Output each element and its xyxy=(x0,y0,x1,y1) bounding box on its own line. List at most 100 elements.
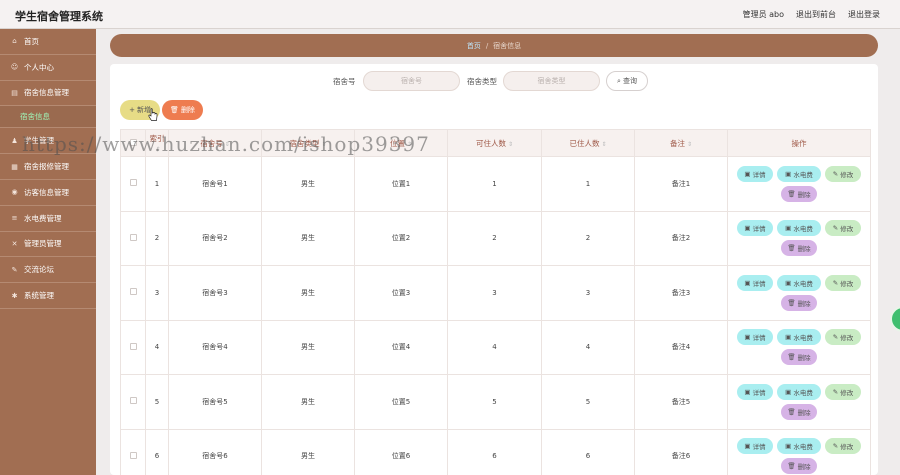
delete-button[interactable]: 🗑 删除 xyxy=(781,403,817,420)
sidebar-item-profile[interactable]: ☺ 个人中心 xyxy=(0,55,96,81)
user-icon: ☺ xyxy=(10,63,19,72)
row-checkbox-cell[interactable] xyxy=(120,374,146,430)
row-checkbox[interactable] xyxy=(129,233,137,241)
cell-location: 位置4 xyxy=(354,319,448,375)
pencil-icon: ✎ xyxy=(832,224,839,233)
utility-fee-button[interactable]: ▣ 水电费 xyxy=(777,274,821,291)
doc-icon: ▣ xyxy=(744,442,751,451)
cell-actions: ▣ 详情 ▣ 水电费 ✎ 修改 🗑 删除 xyxy=(727,156,871,212)
trash-icon: 🗑 xyxy=(787,407,796,416)
detail-button[interactable]: ▣ 详情 xyxy=(737,165,773,182)
doc-icon: ▣ xyxy=(785,169,792,178)
row-checkbox-cell[interactable] xyxy=(120,265,146,321)
delete-button[interactable]: 🗑 删除 xyxy=(781,240,817,257)
breadcrumb-current: 宿舍信息 xyxy=(493,41,522,50)
detail-button[interactable]: ▣ 详情 xyxy=(737,329,773,346)
query-button[interactable]: ⌕ 查询 xyxy=(606,71,648,91)
doc-icon: ▣ xyxy=(785,278,792,287)
row-checkbox[interactable] xyxy=(129,451,137,459)
cell-actions: ▣ 详情 ▣ 水电费 ✎ 修改 🗑 删除 xyxy=(727,374,871,430)
row-checkbox[interactable] xyxy=(129,342,137,350)
main-area: 首页 / 宿舍信息 宿舍号 宿舍号 宿舍类型 宿舍类型 ⌕ 查询 + 新增 🗑 … xyxy=(96,29,900,475)
row-checkbox-cell[interactable] xyxy=(120,319,146,375)
table-row: 6 宿舍号6 男生 位置6 6 6 备注6 ▣ 详情 ▣ 水电费 ✎ 修改 🗑 删除 xyxy=(120,428,871,475)
cell-note: 备注5 xyxy=(634,374,728,430)
sidebar-item-dorm-info[interactable]: ▤ 宿舍信息管理 xyxy=(0,81,96,107)
cell-dorm-type: 男生 xyxy=(261,428,355,475)
gear-icon: ✱ xyxy=(11,291,18,300)
row-checkbox[interactable] xyxy=(129,288,137,296)
dorm-table: 索引⇕ 宿舍号 ⇕ 宿舍类型 ⇕ 位置 ⇕ 可住人数 ⇕ 已住人数 ⇕ 备注 ⇕ 操作 1宿… xyxy=(120,129,871,475)
header-index[interactable]: 索引⇕ xyxy=(145,129,169,157)
forum-icon: ✎ xyxy=(11,265,18,274)
dorm-type-input[interactable]: 宿舍类型 xyxy=(503,71,600,91)
exit-front-link[interactable]: 退出到前台 xyxy=(796,9,836,20)
cell-dorm-type: 男生 xyxy=(261,374,355,430)
row-checkbox-cell[interactable] xyxy=(120,428,146,475)
cell-index: 6 xyxy=(145,428,169,475)
batch-delete-button[interactable]: 🗑 删除 xyxy=(162,100,203,120)
utility-fee-button[interactable]: ▣ 水电费 xyxy=(777,165,821,182)
header-note[interactable]: 备注 ⇕ xyxy=(634,129,728,157)
delete-button[interactable]: 🗑 删除 xyxy=(781,458,817,475)
row-checkbox-cell[interactable] xyxy=(120,156,146,212)
header-checkbox-cell[interactable] xyxy=(120,129,146,157)
utility-fee-button[interactable]: ▣ 水电费 xyxy=(777,329,821,346)
sidebar-item-repair[interactable]: ▦ 宿舍报修管理 xyxy=(0,154,96,180)
select-all-checkbox[interactable] xyxy=(129,138,137,146)
row-checkbox[interactable] xyxy=(129,179,137,187)
breadcrumb-home[interactable]: 首页 xyxy=(467,41,481,51)
delete-button[interactable]: 🗑 删除 xyxy=(781,185,817,202)
utility-fee-button[interactable]: ▣ 水电费 xyxy=(777,438,821,455)
sidebar-item-label: 个人中心 xyxy=(24,62,54,72)
dorm-no-input[interactable]: 宿舍号 xyxy=(363,71,460,91)
detail-button[interactable]: ▣ 详情 xyxy=(737,220,773,237)
sidebar-item-utilities[interactable]: ≡ 水电费管理 xyxy=(0,206,96,232)
header-dorm-type[interactable]: 宿舍类型 ⇕ xyxy=(261,129,355,157)
edit-button[interactable]: ✎ 修改 xyxy=(825,383,861,400)
sidebar-item-forum[interactable]: ✎ 交流论坛 xyxy=(0,257,96,284)
edit-button[interactable]: ✎ 修改 xyxy=(825,165,861,182)
row-checkbox-cell[interactable] xyxy=(120,210,146,266)
detail-button[interactable]: ▣ 详情 xyxy=(737,438,773,455)
header-occupied[interactable]: 已住人数 ⇕ xyxy=(541,129,635,157)
header-location[interactable]: 位置 ⇕ xyxy=(354,129,448,157)
doc-icon: ▣ xyxy=(744,224,751,233)
cell-location: 位置2 xyxy=(354,210,448,266)
header-dorm-no[interactable]: 宿舍号 ⇕ xyxy=(168,129,262,157)
cell-index: 2 xyxy=(145,210,169,266)
detail-button[interactable]: ▣ 详情 xyxy=(737,274,773,291)
cell-dorm-type: 男生 xyxy=(261,319,355,375)
home-icon: ⌂ xyxy=(12,37,17,46)
row-checkbox[interactable] xyxy=(129,397,137,405)
sidebar-subitem-dorm-info[interactable]: 宿舍信息 xyxy=(0,106,96,129)
cell-dorm-type: 男生 xyxy=(261,265,355,321)
sidebar-item-label: 系统管理 xyxy=(24,291,54,301)
edit-button[interactable]: ✎ 修改 xyxy=(825,274,861,291)
utility-fee-button[interactable]: ▣ 水电费 xyxy=(777,220,821,237)
sort-icon: ⇕ xyxy=(224,140,230,148)
cell-capacity: 2 xyxy=(447,210,542,266)
detail-button[interactable]: ▣ 详情 xyxy=(737,383,773,400)
header-capacity[interactable]: 可住人数 ⇕ xyxy=(447,129,542,157)
edit-button[interactable]: ✎ 修改 xyxy=(825,438,861,455)
delete-button[interactable]: 🗑 删除 xyxy=(781,294,817,311)
edit-button[interactable]: ✎ 修改 xyxy=(825,329,861,346)
cell-dorm-no: 宿舍号3 xyxy=(168,265,262,321)
sidebar-item-home[interactable]: ⌂ 首页 xyxy=(0,29,96,55)
table-row: 3 宿舍号3 男生 位置3 3 3 备注3 ▣ 详情 ▣ 水电费 ✎ 修改 🗑 删除 xyxy=(120,265,871,321)
logout-link[interactable]: 退出登录 xyxy=(848,9,880,20)
trash-icon: 🗑 xyxy=(787,462,796,471)
sidebar-item-system[interactable]: ✱ 系统管理 xyxy=(0,283,96,309)
cell-note: 备注1 xyxy=(634,156,728,212)
sidebar-item-admins[interactable]: ✕ 管理员管理 xyxy=(0,232,96,258)
utility-fee-button[interactable]: ▣ 水电费 xyxy=(777,383,821,400)
delete-button[interactable]: 🗑 删除 xyxy=(781,349,817,366)
dorm-no-label: 宿舍号 xyxy=(333,77,356,86)
edit-button[interactable]: ✎ 修改 xyxy=(825,220,861,237)
cell-index: 1 xyxy=(145,156,169,212)
doc-icon: ▣ xyxy=(785,224,792,233)
sidebar-item-visitors[interactable]: ◉ 访客信息管理 xyxy=(0,180,96,206)
doc-icon: ▣ xyxy=(785,333,792,342)
sidebar-item-students[interactable]: ♟ 学生管理 xyxy=(0,128,96,155)
